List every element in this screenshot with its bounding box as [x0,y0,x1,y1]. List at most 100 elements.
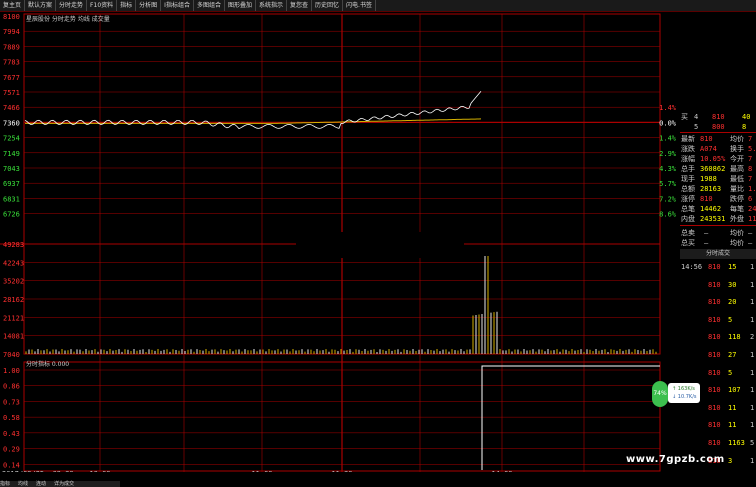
upload-speed: ↑ 163K/s [672,386,695,392]
ticks-header[interactable]: 分时成交 [680,249,756,259]
indicator-tick: 0.43 [3,430,20,438]
pct-tick: 0.0% [659,119,677,127]
tick-row: 810 5 1 [680,315,756,325]
footer-tab[interactable]: 连动 [36,481,46,487]
quote-cell: 118 [728,333,741,342]
quote-cell: 7 [748,155,753,163]
quote-stat-row: 总额 28163 量比 1. [680,184,756,194]
toolbar-item[interactable]: 指标 [117,0,137,11]
price-tick: 8100 [3,13,20,21]
toolbar: 复主页 默认方案 分时走势 F10资料 指标 分析图 Ⅰ指标组合 多图组合 图形叠加 系统指示 复您… [0,0,756,12]
indicator-tick: 0.14 [3,461,20,469]
toolbar-item[interactable]: 分时走势 [56,0,88,11]
quote-cell: 5 [694,123,699,131]
tick-row: 14:56 810 15 1 [680,262,756,272]
quote-summary-row: 总卖 — 均价 — [680,228,756,238]
toolbar-item[interactable]: 系统指示 [256,0,287,11]
tick-row: 810 27 1 [680,350,756,360]
quote-cell: 810 [708,263,721,271]
quote-cell: 换手 [730,145,744,153]
quote-cell: 总额 [681,185,695,193]
toolbar-item[interactable]: 闪电.书签 [343,0,376,11]
quote-cell: 总手 [681,165,695,173]
footer-tab[interactable]: 均线 [18,481,28,487]
quote-cell: 均价 [730,135,744,143]
chart-header: 星辰股份 分时走势 均线 成交量 [26,16,110,23]
pct-tick: 4.3% [659,165,677,173]
quote-cell: 11173 [748,215,756,223]
volume-tick: 14081 [3,333,24,341]
toolbar-item[interactable]: 复您查 [287,0,313,11]
toolbar-item[interactable]: 分析图 [136,0,162,11]
price-tick: 6937 [3,180,20,188]
quote-summary-row: 总买 — 均价 — [680,238,756,248]
footer-tab[interactable]: 指标 [0,481,10,487]
quote-cell: 1 [750,298,755,307]
quote-cell: 810 [708,315,721,324]
quote-cell: 每笔 [730,205,744,213]
quote-cell: 1988 [700,175,717,183]
indicator-label: 分时指标 0.000 [26,361,70,368]
quote-cell: 107 [728,386,741,395]
price-tick: 7783 [3,59,20,67]
price-tick: 7571 [3,89,20,97]
quote-cell: 27 [728,351,737,359]
toolbar-item[interactable]: F10资料 [87,0,118,11]
quote-cell: 3 [728,456,733,465]
quote-cell: 8 [742,123,747,131]
toolbar-item[interactable]: Ⅰ指标组合 [161,0,194,11]
price-tick: 7677 [3,74,20,82]
quote-cell: 810 [708,439,721,447]
quote-cell: A074 [700,145,717,153]
quote-cell: 810 [708,403,721,412]
speed-badge[interactable]: 74% [652,381,668,407]
quote-cell: 28163 [700,185,722,193]
quote-cell: — [704,239,709,247]
tick-row: 810 118 2 [680,332,756,342]
toolbar-item[interactable]: 多图组合 [194,0,225,11]
indicator-tick: 0.73 [3,398,20,406]
volume-tick: 21121 [3,314,24,322]
price-tick: 7994 [3,28,20,36]
quote-cell: 4 [694,113,699,121]
quote-cell: 量比 [730,185,744,193]
toolbar-item[interactable]: 默认方案 [25,0,57,11]
quote-cell: 5 [750,439,755,447]
quote-cell: 810 [712,113,725,121]
quote-cell: 最新 [681,135,695,143]
quote-cell: 外盘 [730,215,744,223]
volume-tick: 28162 [3,296,24,304]
quote-top-row: 5 800 8 [680,122,756,132]
price-tick: 7889 [3,43,20,51]
quote-cell: 1. [748,185,756,193]
quote-cell: 1 [750,351,755,359]
cover-box [296,232,464,258]
quote-cell: 现手 [681,175,695,183]
quote-cell: 涨幅 [681,155,695,163]
price-tick: 7149 [3,150,20,158]
footer-tab[interactable]: 详为成交 [54,481,74,487]
quote-cell: 总卖 [681,229,695,237]
quote-stat-row: 涨跌 A074 换手 5.0 [680,144,756,154]
speed-box[interactable]: ↑ 163K/s ↓ 10.7K/s [668,383,700,403]
quote-cell: 11 [728,403,737,412]
divider [680,132,756,133]
quote-cell: 内盘 [681,215,695,223]
toolbar-item[interactable]: 历史回忆 [312,0,344,11]
quote-cell: 涨跌 [681,145,695,153]
quote-cell: 40 [742,113,751,121]
toolbar-item[interactable]: 复主页 [0,0,26,11]
quote-cell: 5 [728,368,733,377]
tick-row: 810 1163 5 [680,438,756,448]
quote-cell: 1 [750,386,755,395]
indicator-tick: 0.58 [3,414,20,422]
toolbar-item[interactable]: 图形叠加 [225,0,256,11]
quote-stat-row: 涨停 810 跌停 6 [680,194,756,204]
quote-cell: 均价 [730,239,744,247]
quote-cell: 810 [708,368,721,377]
quote-cell: 均价 [730,229,744,237]
quote-stat-row: 最新 810 均价 7 [680,134,756,144]
quote-cell: — [748,239,753,247]
quote-cell: 涨停 [681,195,695,203]
quote-cell: 1 [750,263,755,271]
